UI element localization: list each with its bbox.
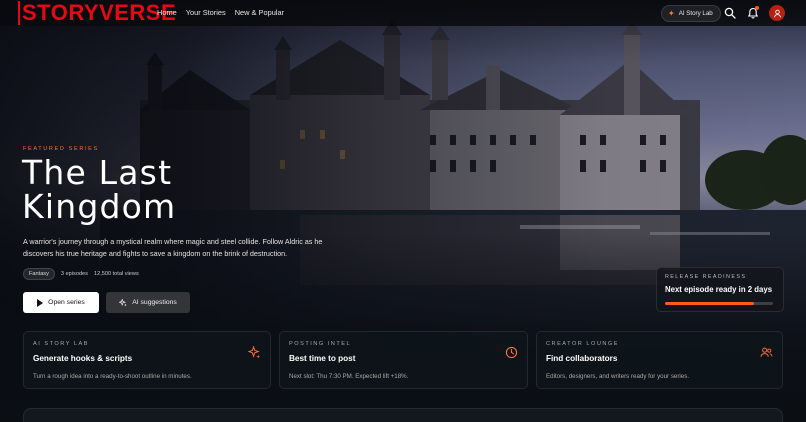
ai-story-lab-label: AI Story Lab bbox=[678, 10, 713, 17]
release-readiness-card: RELEASE READINESS Next episode ready in … bbox=[656, 267, 784, 312]
search-icon[interactable] bbox=[724, 7, 736, 19]
release-readiness-label: RELEASE READINESS bbox=[665, 274, 747, 280]
sparkle-icon bbox=[119, 298, 127, 306]
users-icon bbox=[760, 347, 773, 357]
open-series-button[interactable]: Open series bbox=[23, 292, 99, 313]
notification-dot bbox=[755, 6, 759, 10]
card-title: Best time to post bbox=[289, 354, 356, 363]
card-title: Generate hooks & scripts bbox=[33, 354, 133, 363]
release-readiness-value: Next episode ready in 2 days bbox=[665, 285, 773, 294]
card-kicker: CREATOR LOUNGE bbox=[546, 341, 620, 347]
card-kicker: POSTING INTEL bbox=[289, 341, 352, 347]
brand-logo[interactable]: STORYVERSE bbox=[18, 1, 176, 25]
avatar[interactable] bbox=[769, 5, 785, 21]
content-panel bbox=[23, 408, 783, 422]
episode-count: 3 episodes bbox=[60, 271, 88, 277]
genre-badge: Fantasy bbox=[23, 268, 55, 280]
series-description: A warrior's journey through a mystical r… bbox=[23, 237, 323, 258]
nav-links: Home Your Stories New & Popular bbox=[157, 8, 284, 17]
card-posting-intel[interactable]: POSTING INTEL Best time to post Next slo… bbox=[279, 331, 528, 389]
view-count: 12,500 total views bbox=[93, 271, 139, 277]
release-progress-track bbox=[665, 302, 773, 305]
open-series-label: Open series bbox=[48, 299, 85, 306]
user-icon bbox=[773, 9, 781, 17]
series-meta: Fantasy 3 episodes 12,500 total views bbox=[23, 268, 139, 280]
card-description: Turn a rough idea into a ready-to-shoot … bbox=[33, 373, 192, 380]
top-nav: STORYVERSE Home Your Stories New & Popul… bbox=[0, 0, 806, 26]
ai-story-lab-button[interactable]: ✦ AI Story Lab bbox=[661, 5, 721, 22]
sparkle-icon bbox=[248, 346, 261, 359]
card-description: Editors, designers, and writers ready fo… bbox=[546, 373, 690, 380]
card-ai-story-lab[interactable]: AI STORY LAB Generate hooks & scripts Tu… bbox=[23, 331, 271, 389]
card-description: Next slot: Thu 7:30 PM. Expected lift +1… bbox=[289, 373, 409, 380]
ai-suggestions-button[interactable]: AI suggestions bbox=[106, 292, 190, 313]
clock-icon bbox=[505, 346, 518, 359]
nav-link-new-popular[interactable]: New & Popular bbox=[235, 8, 284, 17]
nav-link-your-stories[interactable]: Your Stories bbox=[186, 8, 226, 17]
page-title: The Last Kingdom bbox=[22, 153, 177, 226]
ai-suggestions-label: AI suggestions bbox=[132, 299, 177, 306]
release-progress-fill bbox=[665, 302, 754, 305]
nav-link-home[interactable]: Home bbox=[157, 8, 177, 17]
card-kicker: AI STORY LAB bbox=[33, 341, 89, 347]
sparkle-icon: ✦ bbox=[668, 9, 675, 18]
featured-label: FEATURED SERIES bbox=[23, 146, 99, 152]
play-icon bbox=[37, 298, 44, 307]
card-title: Find collaborators bbox=[546, 354, 618, 363]
card-creator-lounge[interactable]: CREATOR LOUNGE Find collaborators Editor… bbox=[536, 331, 783, 389]
